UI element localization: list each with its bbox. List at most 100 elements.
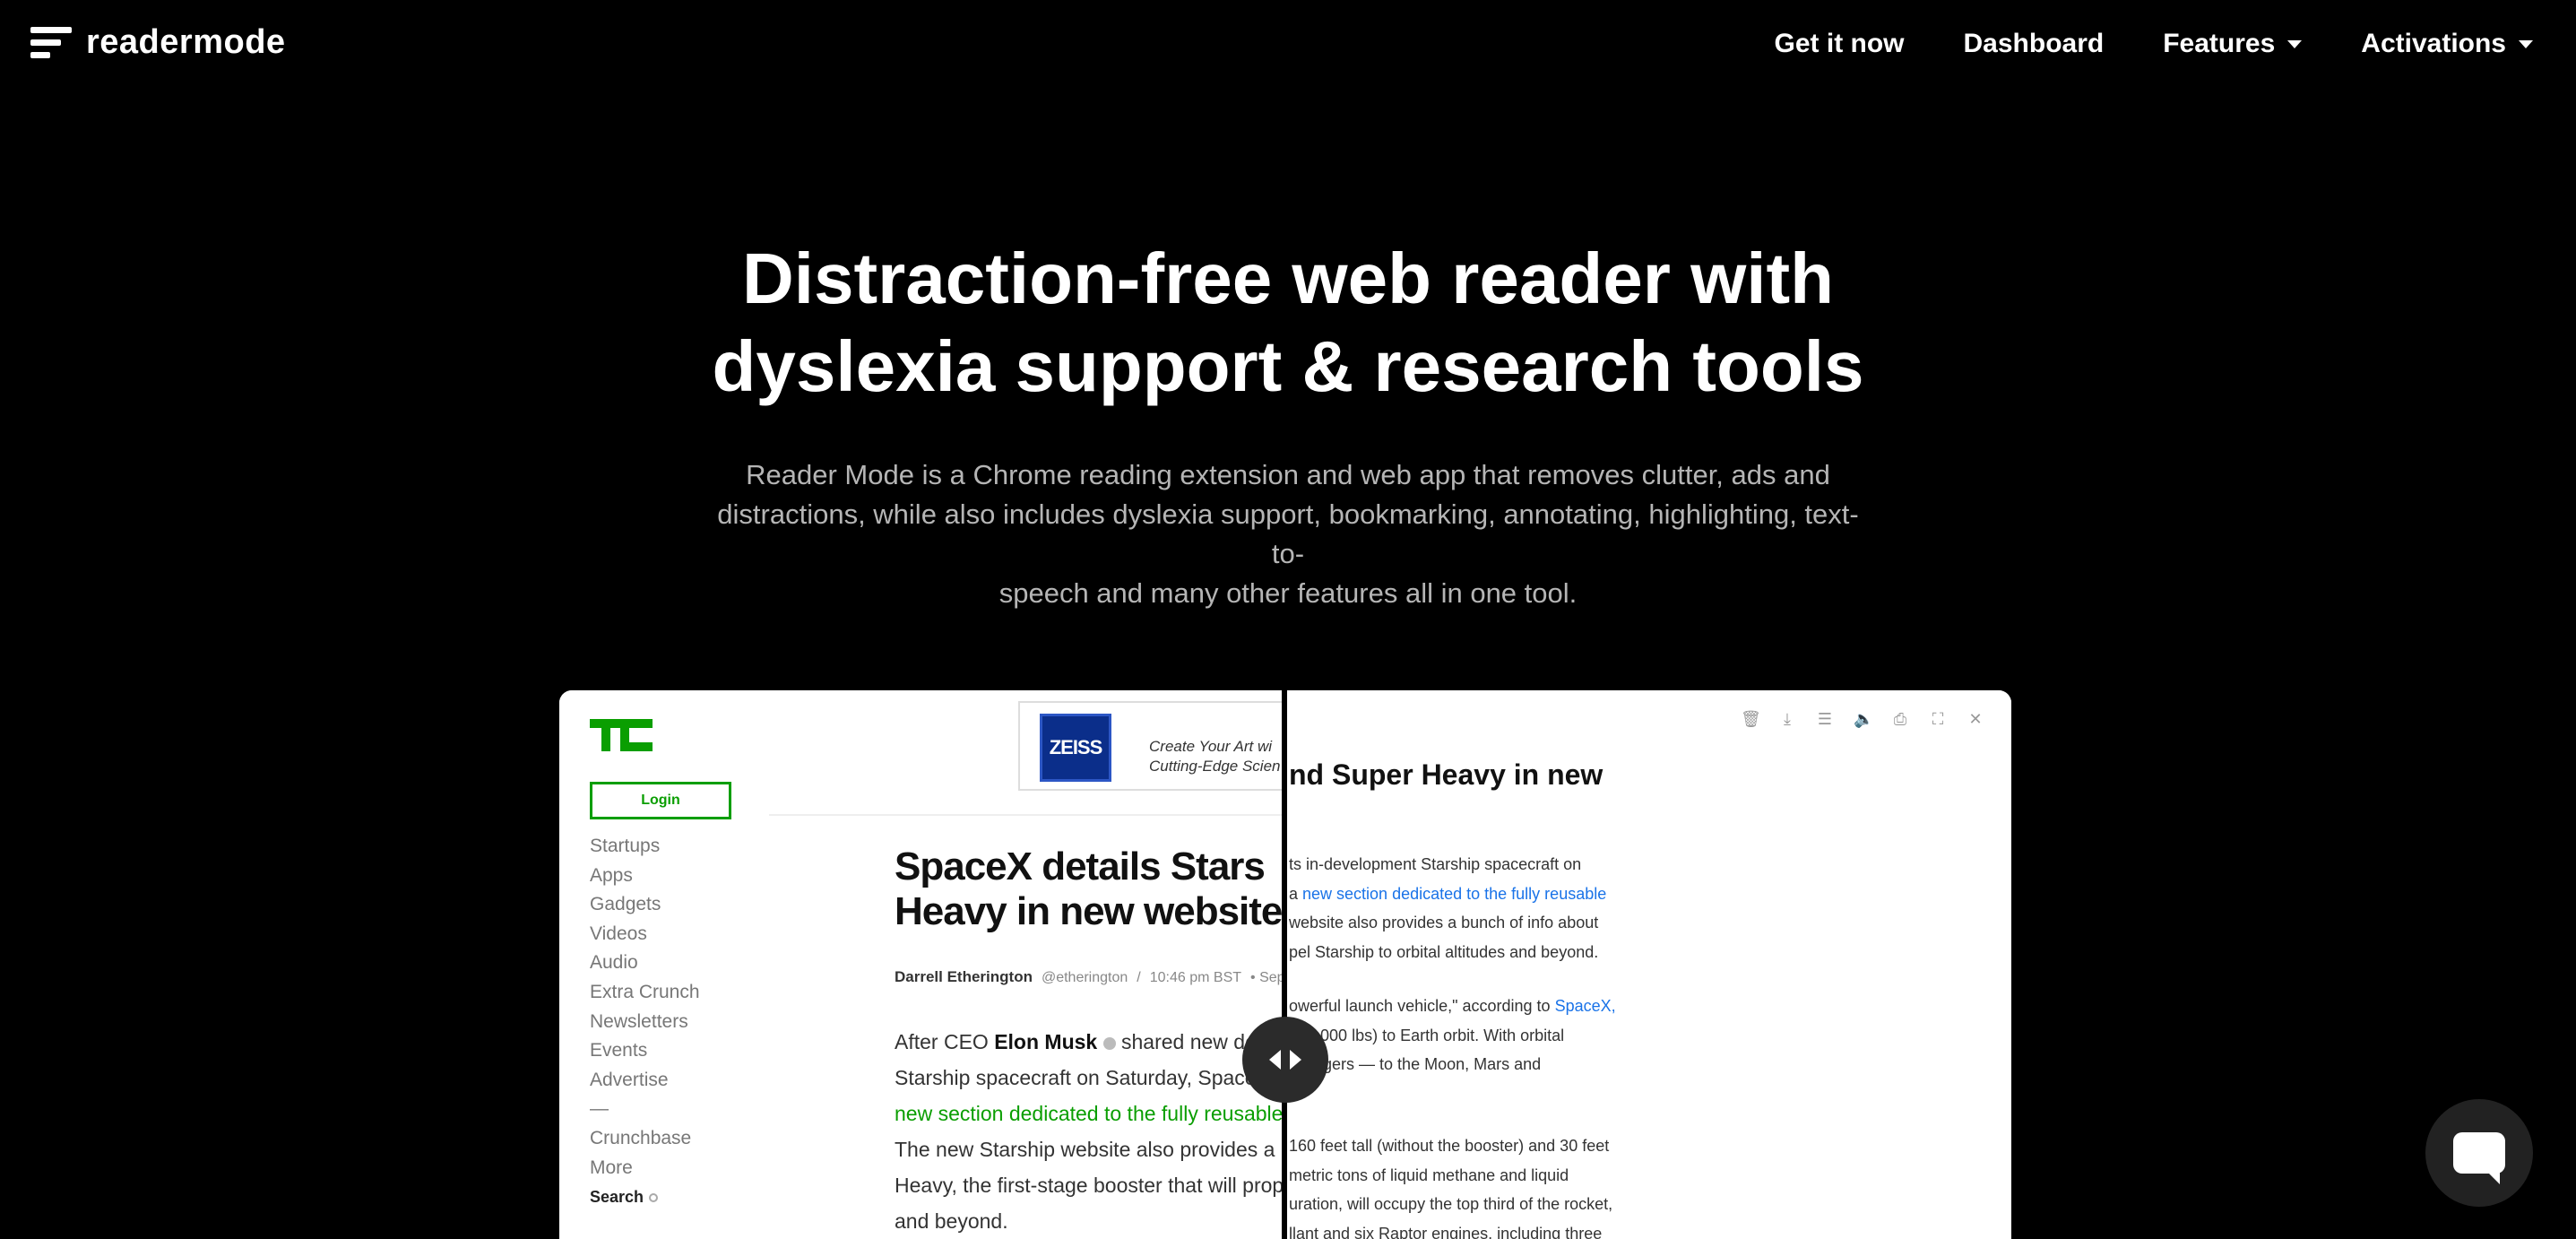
reader-mode-pane: nd Super Heavy in new ts in-development …	[1284, 690, 2011, 1239]
publish-time: 10:46 pm BST	[1149, 970, 1242, 985]
nav-label: Get it now	[1774, 29, 1905, 58]
hero-subtitle-line: speech and many other features all in on…	[998, 577, 1578, 609]
arrow-left-icon	[1269, 1050, 1281, 1070]
author-handle[interactable]: @etherington	[1042, 970, 1128, 986]
side-nav-item[interactable]: Newsletters	[590, 1008, 700, 1037]
side-nav-item[interactable]: Crunchbase	[590, 1124, 700, 1154]
print-icon[interactable]: ⎙	[1891, 710, 1909, 728]
search-icon	[649, 1192, 659, 1202]
brand-name: readermode	[86, 23, 286, 61]
side-nav-divider: —	[590, 1098, 609, 1120]
article-title-line: Heavy in new website	[895, 889, 1283, 933]
arrow-right-icon	[1290, 1050, 1301, 1070]
brand-logo[interactable]: readermode	[30, 23, 286, 62]
ad-text: Create Your Art wi Cutting-Edge Scien	[1149, 737, 1280, 776]
ad-text-line: Cutting-Edge Scien	[1149, 758, 1281, 775]
speaker-icon[interactable]: 🔈	[1854, 710, 1873, 728]
article-body: After CEO Elon Musk shared new de Starsh…	[895, 1024, 1284, 1239]
fullscreen-icon[interactable]: ⛶	[1929, 710, 1947, 728]
reader-line: ssengers — to the Moon, Mars and	[1289, 1055, 1542, 1073]
nav-features-dropdown[interactable]: Features	[2163, 29, 2303, 59]
hero-title: Distraction-free web reader with dyslexi…	[0, 235, 2576, 411]
side-nav-item[interactable]: Advertise	[590, 1066, 700, 1096]
comparison-slider-handle[interactable]	[1242, 1017, 1328, 1103]
site-side-nav: Startups Apps Gadgets Videos Audio Extra…	[590, 832, 700, 1207]
article-meta: Darrell Etherington @etherington / 10:46…	[895, 968, 1284, 986]
side-nav-item[interactable]: Audio	[590, 949, 700, 978]
hero-title-line: Distraction-free web reader with	[741, 238, 1835, 318]
nav-get-it-now[interactable]: Get it now	[1775, 29, 1905, 59]
person-link[interactable]: Elon Musk	[994, 1030, 1097, 1053]
text: shared new de	[1115, 1030, 1257, 1053]
nav-label: Features	[2163, 29, 2276, 58]
search-label: Search	[590, 1188, 644, 1207]
divider	[769, 814, 1284, 816]
article-line: Starship spacecraft on Saturday, Space	[895, 1066, 1257, 1089]
ad-banner[interactable]: ZEISS Create Your Art wi Cutting-Edge Sc…	[1018, 701, 1284, 791]
original-page-pane: Login Startups Apps Gadgets Videos Audio…	[559, 690, 1284, 1239]
side-nav-item[interactable]: Gadgets	[590, 890, 700, 920]
reader-line: a new section dedicated to the fully reu…	[1289, 879, 1665, 909]
side-nav-item[interactable]: Events	[590, 1036, 700, 1066]
meta-separator: /	[1137, 970, 1141, 985]
chat-bubble-icon	[2453, 1132, 2505, 1184]
side-nav-item[interactable]: Extra Crunch	[590, 978, 700, 1008]
comparison-divider[interactable]	[1282, 690, 1287, 1239]
article-line: Heavy, the first-stage booster that will…	[895, 1174, 1284, 1197]
publish-date: • Sep	[1250, 970, 1284, 985]
article-line: After CEO Elon Musk shared new de	[895, 1024, 1284, 1060]
reader-line: owerful launch vehicle," according to Sp…	[1289, 992, 1665, 1021]
before-after-preview: Login Startups Apps Gadgets Videos Audio…	[559, 690, 2011, 1239]
article-title-line: SpaceX details Stars	[895, 845, 1266, 888]
download-icon[interactable]: ⤓	[1778, 710, 1796, 728]
hero-subtitle: Reader Mode is a Chrome reading extensio…	[705, 455, 1871, 613]
nav-dashboard[interactable]: Dashboard	[1964, 29, 2105, 59]
reader-article-title: nd Super Heavy in new	[1289, 758, 1604, 791]
trash-icon[interactable]: 🗑	[1741, 710, 1761, 728]
reader-paragraph-3: 160 feet tall (without the booster) and …	[1289, 1131, 1665, 1239]
side-nav-item[interactable]: Apps	[590, 862, 700, 891]
chat-widget-button[interactable]	[2425, 1099, 2533, 1207]
reader-line: 160 feet tall (without the booster) and …	[1289, 1137, 1610, 1155]
info-icon	[1102, 1036, 1116, 1050]
reader-line: uration, will occupy the top third of th…	[1289, 1195, 1613, 1213]
close-icon[interactable]: ✕	[1967, 710, 1984, 728]
side-nav-item[interactable]: Startups	[590, 832, 700, 862]
side-nav-item[interactable]: More	[590, 1154, 700, 1183]
reader-paragraph-2: owerful launch vehicle," according to Sp…	[1289, 992, 1665, 1079]
nav-label: Activations	[2361, 29, 2506, 58]
reader-line: ts in-development Starship spacecraft on	[1289, 855, 1582, 873]
hero-subtitle-line: distractions, while also includes dyslex…	[717, 498, 1859, 569]
reader-line: 220,000 lbs) to Earth orbit. With orbita…	[1289, 1026, 1565, 1044]
article-link[interactable]: new section dedicated to the fully reusa…	[895, 1096, 1284, 1131]
readermode-logo-icon	[30, 25, 73, 61]
hero-title-line: dyslexia support & research tools	[712, 326, 1864, 406]
zeiss-logo: ZEISS	[1040, 714, 1111, 782]
top-nav: readermode Get it now Dashboard Features…	[0, 0, 2576, 93]
reader-line: metric tons of liquid methane and liquid	[1289, 1165, 1569, 1184]
author-name[interactable]: Darrell Etherington	[895, 968, 1033, 986]
side-nav-item[interactable]: Videos	[590, 920, 700, 949]
nav-activations-dropdown[interactable]: Activations	[2361, 29, 2533, 59]
reader-line: pel Starship to orbital altitudes and be…	[1289, 942, 1599, 961]
caret-down-icon	[2287, 39, 2303, 48]
nav-label: Dashboard	[1963, 29, 2105, 58]
text: After CEO	[895, 1030, 995, 1053]
nav-links: Get it now Dashboard Features Activation…	[1775, 29, 2533, 59]
hero-subtitle-line: Reader Mode is a Chrome reading extensio…	[746, 459, 1830, 490]
reader-line: llant and six Raptor engines, including …	[1289, 1224, 1603, 1239]
text: a	[1289, 884, 1303, 903]
text: owerful launch vehicle," according to	[1289, 997, 1555, 1015]
reader-link[interactable]: new section dedicated to the fully reusa…	[1302, 885, 1606, 903]
side-search[interactable]: Search	[590, 1188, 700, 1207]
reader-toolbar: 🗑 ⤓ ☰ 🔈 ⎙ ⛶ ✕	[1741, 710, 1984, 728]
ad-text-line: Create Your Art wi	[1149, 738, 1273, 755]
reader-link[interactable]: SpaceX,	[1555, 997, 1616, 1015]
caret-down-icon	[2519, 39, 2533, 48]
article-title: SpaceX details Stars Heavy in new websit…	[895, 845, 1283, 934]
login-button[interactable]: Login	[590, 782, 731, 819]
article-line: The new Starship website also provides a…	[895, 1138, 1284, 1161]
settings-sliders-icon[interactable]: ☰	[1816, 710, 1834, 728]
reader-line: website also provides a bunch of info ab…	[1289, 914, 1599, 931]
article-line: and beyond.	[895, 1209, 1008, 1233]
